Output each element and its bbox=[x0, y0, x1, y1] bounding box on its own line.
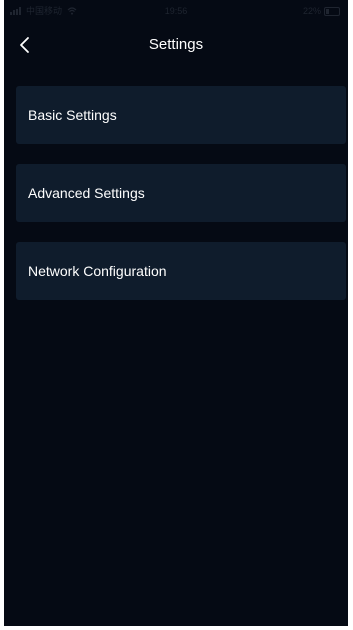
status-right: 22% bbox=[303, 0, 340, 22]
status-time: 19:56 bbox=[164, 6, 188, 16]
chevron-left-icon bbox=[20, 37, 29, 53]
menu-item-network-configuration[interactable]: Network Configuration bbox=[16, 242, 346, 300]
menu-item-label: Network Configuration bbox=[28, 263, 167, 279]
status-bar: 中国移动 19:56 22% bbox=[4, 0, 348, 22]
menu-item-basic-settings[interactable]: Basic Settings bbox=[16, 86, 346, 144]
nav-bar: Settings bbox=[4, 22, 348, 68]
battery-percent: 22% bbox=[302, 6, 321, 16]
menu-item-label: Advanced Settings bbox=[28, 185, 145, 201]
settings-menu: Basic Settings Advanced Settings Network… bbox=[16, 86, 346, 320]
menu-item-advanced-settings[interactable]: Advanced Settings bbox=[16, 164, 346, 222]
back-button[interactable] bbox=[14, 32, 38, 58]
menu-item-label: Basic Settings bbox=[28, 107, 117, 123]
app-screen: 中国移动 19:56 22% Settings Basic Settings A… bbox=[4, 0, 348, 626]
battery-icon bbox=[324, 6, 340, 16]
page-title: Settings bbox=[148, 36, 204, 53]
